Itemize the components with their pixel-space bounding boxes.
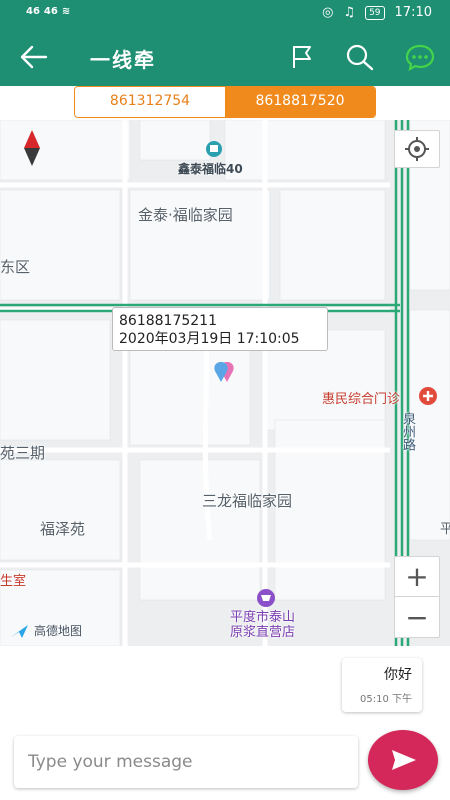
- tabs-strip: 861312754 8618817520: [0, 86, 450, 120]
- search-icon[interactable]: [344, 42, 376, 72]
- hospital-pin-icon: [418, 386, 438, 412]
- input-bar: [0, 730, 450, 800]
- tab-number-2[interactable]: 8618817520: [225, 87, 375, 117]
- battery-icon: 59: [365, 5, 385, 20]
- marker-popup: 86188175211 2020年03月19日 17:10:05: [112, 307, 328, 351]
- zoom-out-button[interactable]: −: [395, 598, 439, 638]
- map-label-quanzhou: 泉州路: [400, 412, 415, 451]
- location-marker-icon[interactable]: [209, 360, 243, 386]
- send-button[interactable]: [368, 730, 438, 790]
- locate-icon: [405, 137, 429, 161]
- map-view[interactable]: 鑫泰福临40 金泰·福临家园 东区 惠民综合门诊 泉州路 苑三期 三龙福临家园 …: [0, 120, 450, 646]
- zoom-in-button[interactable]: +: [395, 557, 439, 597]
- map-label-dongqu: 东区: [0, 258, 31, 276]
- amap-logo: 高德地图: [10, 622, 82, 639]
- message-input[interactable]: [14, 736, 358, 788]
- status-bar: 46 46 ≋ ◎ ♫ 59 17:10: [0, 0, 450, 28]
- signal-icon-1: 46: [26, 6, 40, 17]
- app-title: 一线牵: [90, 48, 156, 72]
- status-left: 46 46 ≋: [26, 6, 70, 17]
- map-label-sanlong: 三龙福临家园: [202, 492, 293, 510]
- compass-icon[interactable]: [20, 128, 44, 168]
- number-tabs: 861312754 8618817520: [74, 86, 376, 118]
- amap-logo-icon: [11, 624, 28, 638]
- location-icon: ◎: [322, 5, 334, 20]
- popup-datetime: 2020年03月19日 17:10:05: [119, 331, 300, 347]
- status-time: 17:10: [394, 5, 432, 20]
- map-label-huimin: 惠民综合门诊: [322, 392, 401, 407]
- message-bubble[interactable]: 你好 05:10 下午: [342, 658, 422, 712]
- locate-button[interactable]: [394, 130, 440, 168]
- amap-logo-text: 高德地图: [34, 624, 83, 638]
- map-label-jintai: 金泰·福临家园: [138, 206, 233, 224]
- app-bar: 一线牵: [0, 28, 450, 86]
- message-time: 05:10 下午: [360, 694, 412, 705]
- zoom-controls: + −: [394, 556, 440, 638]
- chat-area: 你好 05:10 下午: [0, 646, 450, 730]
- map-label-store: 平度市泰山原浆直营店: [230, 610, 296, 640]
- back-arrow-icon[interactable]: [18, 42, 50, 72]
- mute-icon: ♫: [343, 5, 356, 20]
- poi-pin-icon: [205, 140, 223, 164]
- wifi-icon: ≋: [61, 6, 71, 17]
- send-icon: [392, 750, 416, 770]
- tab-number-1[interactable]: 861312754: [75, 87, 225, 117]
- map-label-fuze: 福泽苑: [40, 520, 86, 538]
- flag-icon[interactable]: [286, 42, 318, 72]
- message-text: 你好: [384, 667, 412, 683]
- status-right: ◎ ♫ 59 17:10: [322, 5, 432, 20]
- chat-icon[interactable]: [404, 42, 436, 72]
- map-label-sanqi: 苑三期: [0, 444, 46, 462]
- map-label-ping: 平: [440, 522, 450, 537]
- signal-icon-2: 46: [43, 6, 58, 17]
- popup-number: 86188175211: [119, 313, 217, 329]
- map-label-shengshi: 生室: [0, 574, 27, 589]
